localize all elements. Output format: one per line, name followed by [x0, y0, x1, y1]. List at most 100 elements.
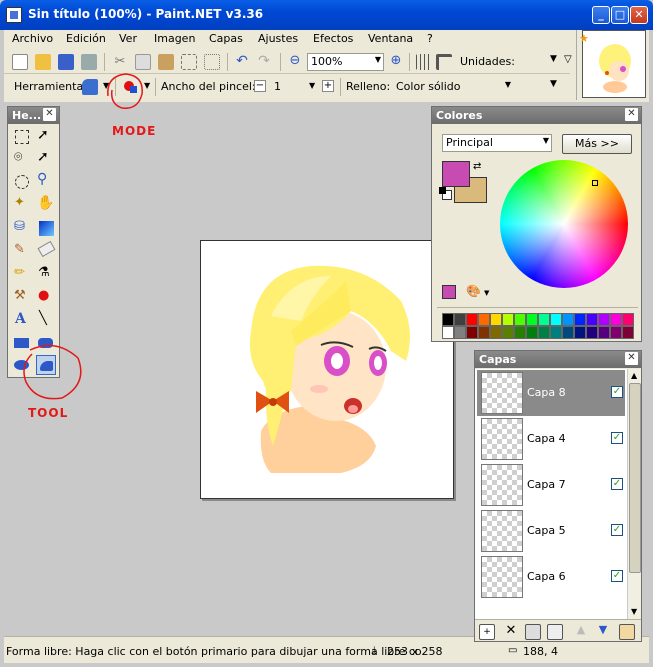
palette-swatch[interactable] — [478, 326, 490, 339]
filter-icon[interactable]: ▽ — [564, 54, 572, 65]
scroll-down-icon[interactable]: ▼ — [631, 607, 637, 616]
line-curve-tool-icon[interactable]: ╲ — [39, 311, 59, 331]
palette-swatch[interactable] — [454, 326, 466, 339]
rulers-icon[interactable] — [436, 54, 452, 70]
scrollbar-thumb[interactable] — [629, 383, 641, 573]
print-icon[interactable] — [81, 54, 97, 70]
brush-width-value[interactable]: 1 — [274, 80, 281, 93]
minimize-button[interactable]: _ — [592, 6, 610, 24]
magic-wand-tool-icon[interactable]: ✦ — [14, 195, 34, 215]
palette-swatch[interactable] — [610, 326, 622, 339]
duplicate-layer-icon[interactable] — [525, 624, 541, 640]
palette-swatch[interactable] — [490, 326, 502, 339]
layer-visibility-checkbox[interactable]: ✓ — [611, 432, 623, 444]
palette-swatch[interactable] — [538, 313, 550, 326]
eraser-tool-icon[interactable] — [37, 240, 56, 258]
layer-row[interactable]: Capa 4 ✓ — [477, 416, 625, 462]
undo-icon[interactable]: ↶ — [234, 53, 250, 69]
move-selected-tool-icon[interactable]: ➚ — [37, 149, 57, 169]
color-picker-tool-icon[interactable]: ⚗ — [38, 265, 58, 285]
close-button[interactable]: ✕ — [630, 6, 648, 24]
palette-swatch[interactable] — [550, 313, 562, 326]
clone-stamp-tool-icon[interactable]: ⚒ — [14, 288, 34, 308]
palette-swatch[interactable] — [466, 313, 478, 326]
layer-visibility-checkbox[interactable]: ✓ — [611, 478, 623, 490]
swap-colors-icon[interactable]: ⇄ — [473, 161, 481, 172]
palette-swatch[interactable] — [466, 326, 478, 339]
palette-swatch[interactable] — [514, 313, 526, 326]
tools-panel-header[interactable]: He... ✕ — [8, 107, 59, 124]
layer-row[interactable]: Capa 6 ✓ — [477, 554, 625, 600]
palette-swatch[interactable] — [622, 326, 634, 339]
zoom-combo[interactable]: 100% ▼ — [307, 53, 384, 71]
crop-icon[interactable] — [181, 54, 197, 70]
palette-swatch[interactable] — [526, 326, 538, 339]
layer-visibility-checkbox[interactable]: ✓ — [611, 386, 623, 398]
palette-swatch[interactable] — [610, 313, 622, 326]
palette-swatch[interactable] — [574, 326, 586, 339]
color-wheel[interactable] — [500, 160, 628, 288]
menu-capas[interactable]: Capas — [209, 32, 243, 45]
menu-efectos[interactable]: Efectos — [313, 32, 353, 45]
recolor-tool-icon[interactable]: ● — [38, 288, 58, 308]
menu-help[interactable]: ? — [427, 32, 433, 45]
palette-swatch[interactable] — [442, 326, 454, 339]
save-icon[interactable] — [58, 54, 74, 70]
layers-scrollbar[interactable]: ▲ ▼ — [627, 369, 641, 619]
menu-ajustes[interactable]: Ajustes — [258, 32, 298, 45]
text-tool-icon[interactable]: A — [15, 311, 35, 331]
colors-panel-close-icon[interactable]: ✕ — [625, 108, 638, 121]
layers-panel-close-icon[interactable]: ✕ — [625, 352, 638, 365]
image-canvas[interactable] — [200, 240, 454, 499]
brush-decrease-button[interactable]: − — [254, 80, 266, 92]
redo-icon[interactable]: ↷ — [256, 53, 272, 69]
palette-swatch[interactable] — [478, 313, 490, 326]
paintbrush-tool-icon[interactable]: ✎ — [14, 242, 34, 262]
more-colors-button[interactable]: Más >> — [562, 134, 632, 154]
zoom-tool-icon[interactable]: ⚲ — [37, 171, 57, 191]
merge-layer-icon[interactable] — [547, 624, 563, 640]
palette-swatch[interactable] — [526, 313, 538, 326]
layer-row[interactable]: Capa 7 ✓ — [477, 462, 625, 508]
fill-combo[interactable]: Color sólido ▼ — [392, 78, 514, 96]
palette-swatch[interactable] — [562, 313, 574, 326]
brush-increase-button[interactable]: + — [322, 80, 334, 92]
palette-swatch[interactable] — [442, 313, 454, 326]
palette-swatch[interactable] — [586, 326, 598, 339]
layer-row[interactable]: Capa 8 ✓ — [477, 370, 625, 416]
menu-imagen[interactable]: Imagen — [154, 32, 195, 45]
layer-properties-icon[interactable] — [619, 624, 635, 640]
palette-swatch[interactable] — [514, 326, 526, 339]
palette-swatch[interactable] — [550, 326, 562, 339]
zoom-in-icon[interactable]: ⊕ — [388, 53, 404, 69]
layers-panel-header[interactable]: Capas ✕ — [475, 351, 641, 368]
menu-edicion[interactable]: Edición — [66, 32, 106, 45]
rectangle-select-tool-icon[interactable] — [15, 130, 29, 144]
reset-colors-icon[interactable] — [439, 187, 452, 200]
palette-swatch[interactable] — [538, 326, 550, 339]
pan-tool-icon[interactable]: ✋ — [37, 195, 57, 215]
brush-width-dropdown-icon[interactable]: ▼ — [309, 81, 315, 90]
palette-swatch[interactable] — [454, 313, 466, 326]
color-palette[interactable] — [442, 313, 634, 339]
menu-ventana[interactable]: Ventana — [368, 32, 413, 45]
color-mode-select[interactable]: Principal ▼ — [442, 134, 552, 152]
layer-row[interactable]: Capa 5 ✓ — [477, 508, 625, 554]
paint-bucket-tool-icon[interactable]: ⛁ — [14, 219, 34, 239]
palette-add-icon[interactable] — [442, 285, 456, 299]
palette-swatch[interactable] — [502, 326, 514, 339]
add-layer-icon[interactable]: + — [479, 624, 495, 640]
palette-swatch[interactable] — [490, 313, 502, 326]
delete-layer-icon[interactable]: ✕ — [503, 623, 519, 639]
options-overflow-icon[interactable]: ▼ — [550, 79, 557, 89]
palette-swatch[interactable] — [598, 313, 610, 326]
open-icon[interactable] — [35, 54, 51, 70]
toolbar-overflow-icon[interactable]: ▼ — [550, 54, 557, 64]
current-tool-icon[interactable] — [82, 79, 98, 95]
ellipse-select-tool-icon[interactable] — [15, 175, 29, 189]
palette-menu-icon[interactable]: 🎨 — [466, 284, 481, 298]
grid-icon[interactable] — [416, 54, 432, 70]
lasso-select-tool-icon[interactable]: ⌾ — [14, 149, 34, 169]
move-selection-tool-icon[interactable]: ➚ — [37, 127, 57, 147]
tools-panel-close-icon[interactable]: ✕ — [43, 108, 56, 121]
